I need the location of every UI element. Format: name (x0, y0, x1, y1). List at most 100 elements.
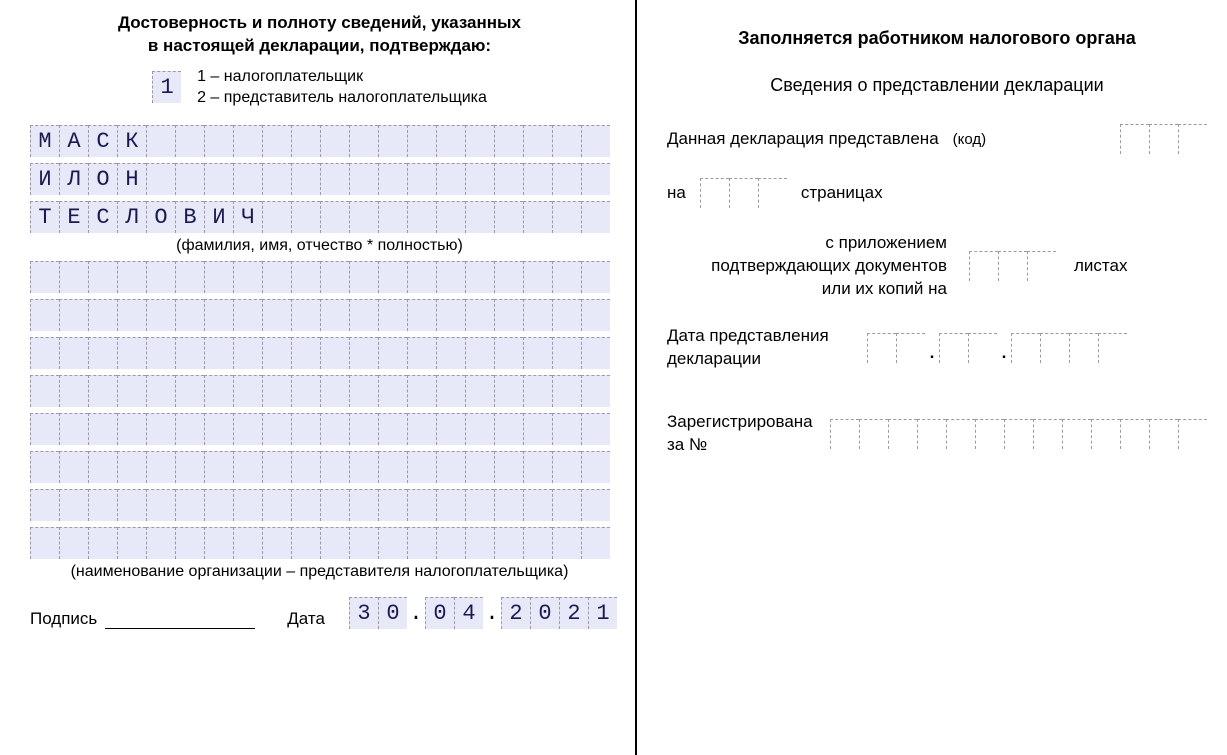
char-cell (552, 337, 581, 369)
char-cell (88, 299, 117, 331)
char-cell (30, 375, 59, 407)
char-cell (59, 527, 88, 559)
empty-cell (1033, 419, 1062, 449)
char-cell (436, 125, 465, 157)
char-cell (581, 451, 610, 483)
char-cell (117, 299, 146, 331)
char-cell (88, 451, 117, 483)
char-cell (233, 375, 262, 407)
date-dot: . (407, 597, 425, 629)
char-cell (30, 451, 59, 483)
char-cell (204, 125, 233, 157)
date-char-cell: 0 (530, 597, 559, 629)
org-representative-block (10, 261, 629, 559)
char-cell (407, 201, 436, 233)
org-caption: (наименование организации – представител… (10, 563, 629, 581)
char-cell (175, 489, 204, 521)
char-cell (349, 375, 378, 407)
char-cell (175, 261, 204, 293)
char-cell (233, 489, 262, 521)
char-cell (436, 337, 465, 369)
char-cell (146, 261, 175, 293)
char-cell (146, 163, 175, 195)
attachments-cells (969, 251, 1056, 281)
char-cell (378, 337, 407, 369)
char-cell (146, 451, 175, 483)
char-cell (146, 337, 175, 369)
submission-subtitle: Сведения о представлении декларации (667, 75, 1207, 96)
signature-label: Подпись (30, 609, 97, 629)
char-cell: А (59, 125, 88, 157)
lastname-field: МАСК (30, 125, 629, 157)
empty-cell (1178, 419, 1207, 449)
empty-cell (998, 251, 1027, 281)
char-cell (552, 261, 581, 293)
char-cell (436, 201, 465, 233)
char-cell (262, 413, 291, 445)
char-cell (233, 261, 262, 293)
char-cell (523, 201, 552, 233)
char-cell: В (175, 201, 204, 233)
empty-cell (1178, 124, 1207, 154)
char-cell (523, 125, 552, 157)
date-char-cell: 1 (588, 597, 617, 629)
date-dot: . (997, 333, 1011, 363)
char-cell (59, 337, 88, 369)
char-cell (349, 299, 378, 331)
org-row (30, 337, 629, 369)
char-cell (494, 299, 523, 331)
char-cell (552, 489, 581, 521)
submission-code-cells (1120, 124, 1207, 154)
char-cell (581, 261, 610, 293)
char-cell: М (30, 125, 59, 157)
char-cell (233, 125, 262, 157)
char-cell (291, 201, 320, 233)
char-cell (291, 261, 320, 293)
char-cell (30, 527, 59, 559)
char-cell (465, 201, 494, 233)
char-cell (465, 261, 494, 293)
empty-cell (968, 333, 997, 363)
char-cell (465, 527, 494, 559)
char-cell (291, 375, 320, 407)
char-cell (88, 527, 117, 559)
empty-cell (867, 333, 896, 363)
date-char-cell: 2 (501, 597, 530, 629)
char-cell: К (117, 125, 146, 157)
char-cell (59, 489, 88, 521)
char-cell (552, 125, 581, 157)
declarant-type-legend: 1 – налогоплательщик 2 – представитель н… (197, 66, 487, 109)
char-cell (465, 451, 494, 483)
empty-cell (975, 419, 1004, 449)
empty-cell (1069, 333, 1098, 363)
char-cell (581, 413, 610, 445)
char-cell (320, 527, 349, 559)
char-cell (349, 527, 378, 559)
char-cell (233, 163, 262, 195)
empty-cell (1120, 124, 1149, 154)
char-cell (436, 527, 465, 559)
date-char-cell: 4 (454, 597, 483, 629)
char-cell (291, 413, 320, 445)
char-cell (291, 489, 320, 521)
char-cell (552, 413, 581, 445)
char-cell (494, 125, 523, 157)
char-cell (59, 451, 88, 483)
empty-cell (1011, 333, 1040, 363)
char-cell (494, 375, 523, 407)
char-cell: С (88, 201, 117, 233)
char-cell (262, 451, 291, 483)
char-cell (204, 527, 233, 559)
char-cell (378, 451, 407, 483)
char-cell (581, 489, 610, 521)
date-dot: . (925, 333, 939, 363)
char-cell (494, 201, 523, 233)
patronymic-field: ТЕСЛОВИЧ (30, 201, 629, 233)
char-cell (204, 337, 233, 369)
char-cell (175, 413, 204, 445)
empty-cell (1149, 419, 1178, 449)
char-cell (175, 527, 204, 559)
char-cell (291, 163, 320, 195)
char-cell (349, 261, 378, 293)
declarant-type-value: 1 (152, 71, 181, 103)
